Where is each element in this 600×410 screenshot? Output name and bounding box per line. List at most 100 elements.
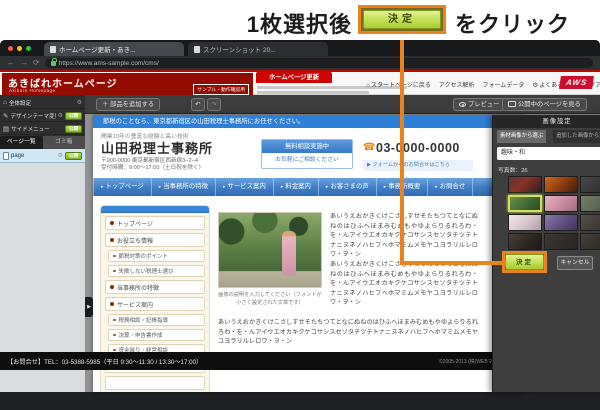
menu-item[interactable]: 当事務所の特徴 xyxy=(105,280,205,294)
thumbnail-photo[interactable] xyxy=(580,214,600,231)
tab-trash[interactable]: ゴミ箱 xyxy=(43,136,86,149)
thumbnail-food-tray[interactable] xyxy=(508,233,542,250)
site-nav-services[interactable]: サービス案内 xyxy=(215,178,273,196)
thumbnail-garden-kimono-selected[interactable] xyxy=(508,195,542,212)
tab-uploaded-images[interactable]: 追加した画像から選ぶ xyxy=(553,130,600,143)
bullet-icon xyxy=(113,255,116,258)
thumbnail-autumn-leaves[interactable] xyxy=(544,176,578,193)
footer-contact: 【お問合せ】TEL：03-5388-5985（平日 9:30〜11:30 / 1… xyxy=(7,357,202,366)
thumbnail-pink-kimono[interactable] xyxy=(544,195,578,212)
site-nav-top[interactable]: トップページ xyxy=(93,178,151,196)
content-photo-kimono-garden[interactable] xyxy=(218,212,322,288)
page-icon xyxy=(3,152,9,160)
form-inquiry-link[interactable]: ▶ フォームからのお問合せはこちら xyxy=(363,160,473,171)
tab-homepage-update[interactable]: ホームページ更新 xyxy=(256,72,332,83)
site-hours: 受付時間：9:00〜17:00（土日祝を除く） xyxy=(101,163,204,171)
thumbnail-photo[interactable] xyxy=(580,176,600,193)
monitor-icon xyxy=(508,101,516,107)
url-field[interactable]: https://www.ams-sample.com/cms/ xyxy=(45,58,593,68)
back-icon[interactable]: ← xyxy=(7,59,15,67)
window-zoom-button[interactable] xyxy=(26,46,31,51)
add-parts-button[interactable]: ＋ 部品を追加する xyxy=(96,98,160,111)
menu-item[interactable]: サービス案内 xyxy=(105,297,205,311)
home-icon: ⌂ xyxy=(3,99,7,106)
sidebar-collapse-handle[interactable]: ▶ xyxy=(85,297,93,317)
redo-icon[interactable]: ↷ xyxy=(207,98,221,111)
bullet-icon xyxy=(110,285,114,289)
browser-tab-inactive[interactable]: スクリーンショット 20... xyxy=(188,42,328,56)
image-select-panel: 画像設定 素材画像から選ぶ 追加した画像から選ぶ 趣味・和 ▲▼ 写真数：26 … xyxy=(492,115,600,392)
kimono-figure xyxy=(282,231,296,275)
site-nav-pricing[interactable]: 料金案内 xyxy=(273,178,318,196)
thumbnail-photo[interactable] xyxy=(580,233,600,250)
category-select[interactable]: 趣味・和 ▲▼ xyxy=(497,147,600,160)
menu-item[interactable]: トップページ xyxy=(105,216,205,230)
browser-tab-bar: ホームページ更新・あき... スクリーンショット 20... xyxy=(0,40,600,56)
page-list-item-selected[interactable]: page ⚙ 公開 xyxy=(0,149,85,163)
tab-stock-images[interactable]: 素材画像から選ぶ xyxy=(497,130,546,143)
annotation-text-before: 1枚選択後 xyxy=(150,7,352,39)
bullet-icon xyxy=(113,270,116,273)
reload-icon[interactable]: ⟳ xyxy=(33,59,40,67)
confirm-button[interactable]: 決定 xyxy=(505,254,544,270)
thumbnail-food-tray[interactable] xyxy=(544,233,578,250)
sidebar-item-global-settings[interactable]: ⌂ 全体設定 ⚙ xyxy=(0,97,85,109)
tab-title: ホームページ更新・あき... xyxy=(59,44,136,54)
lock-icon xyxy=(51,61,56,66)
pencil-icon: ✎ xyxy=(3,112,8,120)
url-text: https://www.ams-sample.com/cms/ xyxy=(59,60,159,67)
brand-logo: AWS xyxy=(559,76,594,89)
menu-item[interactable]: お役立ち情報 xyxy=(105,233,205,247)
callout-connector-vertical xyxy=(400,33,404,263)
thumbnail-photo[interactable] xyxy=(580,195,600,212)
publish-button[interactable]: 公開 xyxy=(65,125,82,133)
gear-icon[interactable]: ⚙ xyxy=(58,112,63,119)
gear-icon[interactable]: ⚙ xyxy=(58,152,63,159)
publish-button[interactable]: 公開 xyxy=(65,112,82,120)
publish-button[interactable]: 公開 xyxy=(65,152,82,160)
nav-back-to-start[interactable]: ⌂スタートページに戻る xyxy=(366,80,431,89)
forward-icon[interactable]: → xyxy=(20,59,28,67)
page-icon xyxy=(50,46,56,53)
screenshot-root: 1枚選択後 決定 をクリック ホームページ更新・あき... スクリーンショット … xyxy=(0,0,600,410)
akibare-logo[interactable]: あきばれホームページ Akibare Homepage サンプル・動作確認用 xyxy=(2,73,253,96)
window-close-button[interactable] xyxy=(8,46,13,51)
sidebar-item-design-theme[interactable]: ✎ デザインテーマ変更 ⚙ 公開 xyxy=(0,110,85,122)
thumbnail-sushi-tray[interactable] xyxy=(508,176,542,193)
menu-item[interactable]: 税務相談・記帳指導 xyxy=(108,314,205,326)
site-nav-contact[interactable]: お問合せ xyxy=(427,178,473,196)
sidebar-item-side-menu[interactable]: ▤ サイドメニュー 公開 xyxy=(0,123,85,135)
bullet-icon xyxy=(113,319,116,322)
free-consultation-box: 無料相談実施中 お気軽にご相談ください xyxy=(261,139,353,169)
gear-icon: ⚙ xyxy=(532,82,538,89)
cancel-button[interactable]: キャンセル xyxy=(557,256,593,270)
menu-item[interactable]: 失敗しない税理士選び xyxy=(108,265,205,277)
sidebar-tabs: ページ一覧 ゴミ箱 xyxy=(0,136,85,149)
menu-header-bar xyxy=(101,206,209,213)
home-icon: ⌂ xyxy=(366,82,370,89)
browser-window: ホームページ更新・あき... スクリーンショット 20... ← → ⟳ htt… xyxy=(0,40,600,410)
tab-page-list[interactable]: ページ一覧 xyxy=(0,136,43,149)
view-published-button[interactable]: 公開中のページを見る xyxy=(502,98,587,111)
menu-item[interactable]: 決算・申告書作成 xyxy=(108,329,205,341)
menu-icon: ▤ xyxy=(3,125,9,133)
undo-icon[interactable]: ↶ xyxy=(191,98,205,111)
browser-address-bar: ← → ⟳ https://www.ams-sample.com/cms/ xyxy=(0,56,600,70)
preview-button[interactable]: プレビュー xyxy=(453,98,505,111)
menu-item-partial[interactable] xyxy=(105,376,205,390)
gear-icon[interactable]: ⚙ xyxy=(77,99,82,106)
panel-title: 画像設定 xyxy=(493,115,600,128)
nav-form-data[interactable]: フォームデータ xyxy=(483,80,525,89)
window-minimize-button[interactable] xyxy=(17,46,22,51)
annotation-confirm-button[interactable]: 決定 xyxy=(363,10,441,29)
menu-item[interactable]: 節税対策のポイント xyxy=(108,250,205,262)
annotation-highlight-box: 決定 xyxy=(358,5,446,34)
thumbnail-purple-kimono[interactable] xyxy=(544,214,578,231)
phone-icon: ☎ xyxy=(363,142,375,153)
body-paragraph: あいうえおかきくけこさしすせそたちつてとなにぬねのはひふへほまみむめもやゆよらり… xyxy=(330,260,478,308)
nav-access-analytics[interactable]: アクセス解析 xyxy=(439,80,475,89)
site-nav-voices[interactable]: お客さまの声 xyxy=(318,178,376,196)
site-nav-features[interactable]: 当事務所の特徴 xyxy=(151,178,215,196)
thumbnail-white-blossoms[interactable] xyxy=(508,214,542,231)
browser-tab-active[interactable]: ホームページ更新・あき... xyxy=(44,42,184,56)
